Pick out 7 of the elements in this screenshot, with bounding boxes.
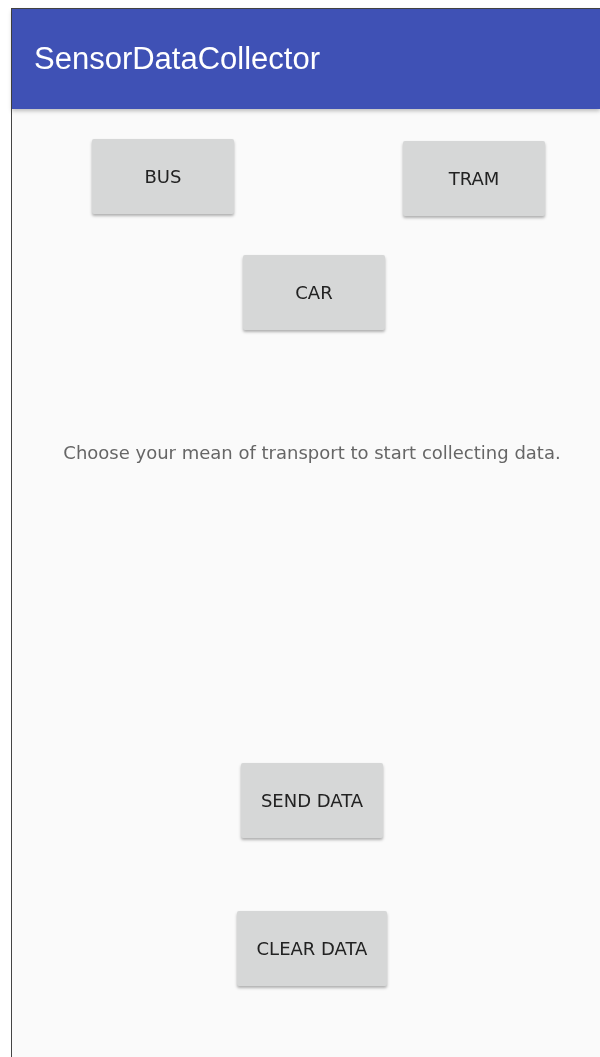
clear-data-button[interactable]: CLEAR DATA [237, 911, 387, 986]
instruction-text: Choose your mean of transport to start collecting data. [62, 442, 562, 463]
transport-button[interactable]: CAR [243, 255, 385, 330]
transport-button[interactable]: BUS [92, 139, 234, 214]
send-data-button[interactable]: SEND DATA [241, 763, 383, 838]
transport-button[interactable]: TRAM [403, 141, 545, 216]
app-title: SensorDataCollector [34, 41, 321, 77]
